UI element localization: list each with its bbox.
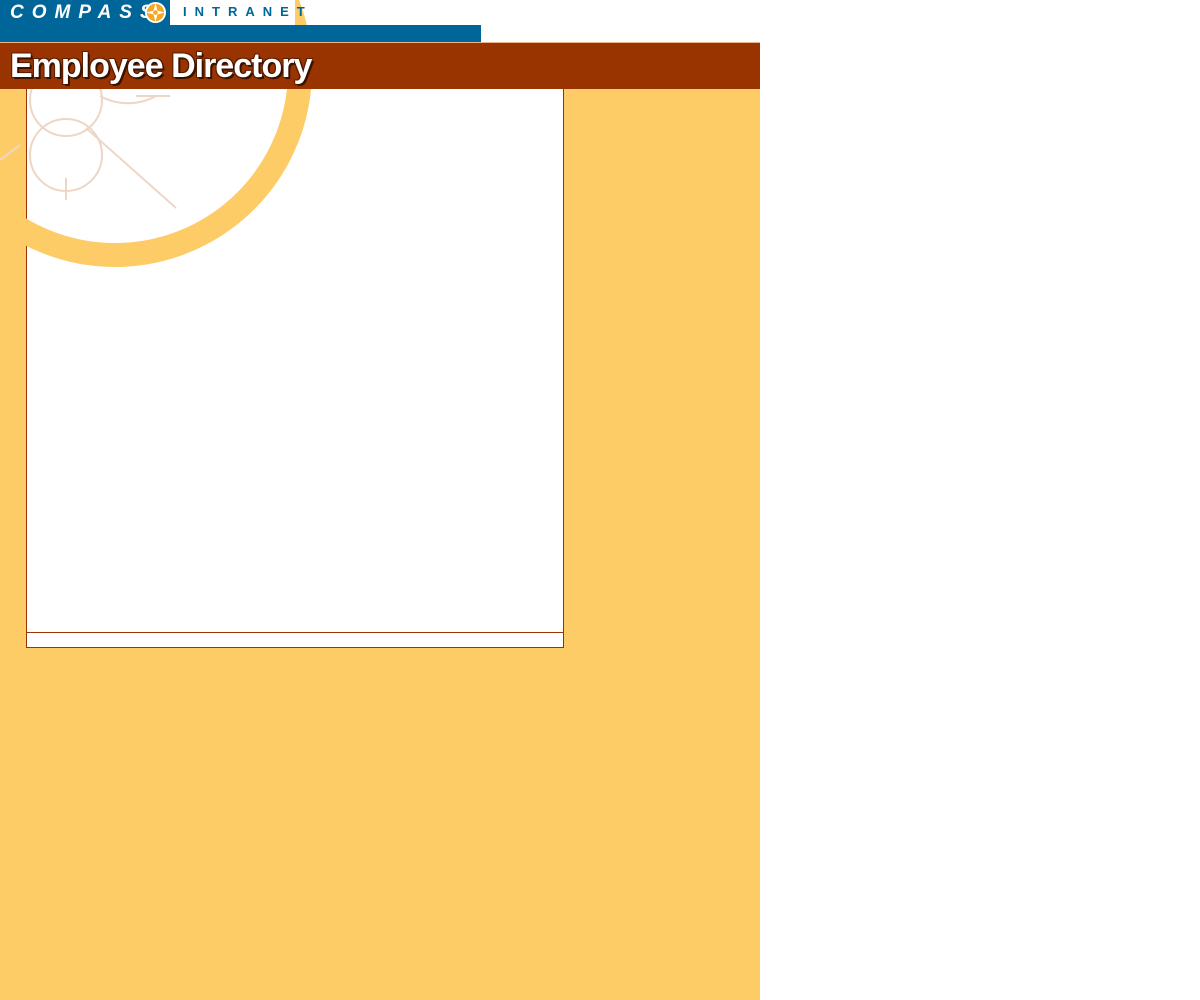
brand-tagline: INTRANET [183, 4, 313, 19]
directory-content-frame[interactable] [26, 89, 564, 633]
logo-header: COMPASS INTRANET [0, 0, 305, 25]
page-title: Employee Directory [10, 47, 312, 85]
compass-rose-icon [144, 1, 167, 24]
brand-name: COMPASS [10, 2, 161, 23]
directory-footer-strip [26, 633, 564, 648]
navigation-bar [0, 25, 481, 42]
intranet-page: COMPASS INTRANET Employee Directory [0, 0, 1200, 1000]
content-area [27, 89, 563, 632]
